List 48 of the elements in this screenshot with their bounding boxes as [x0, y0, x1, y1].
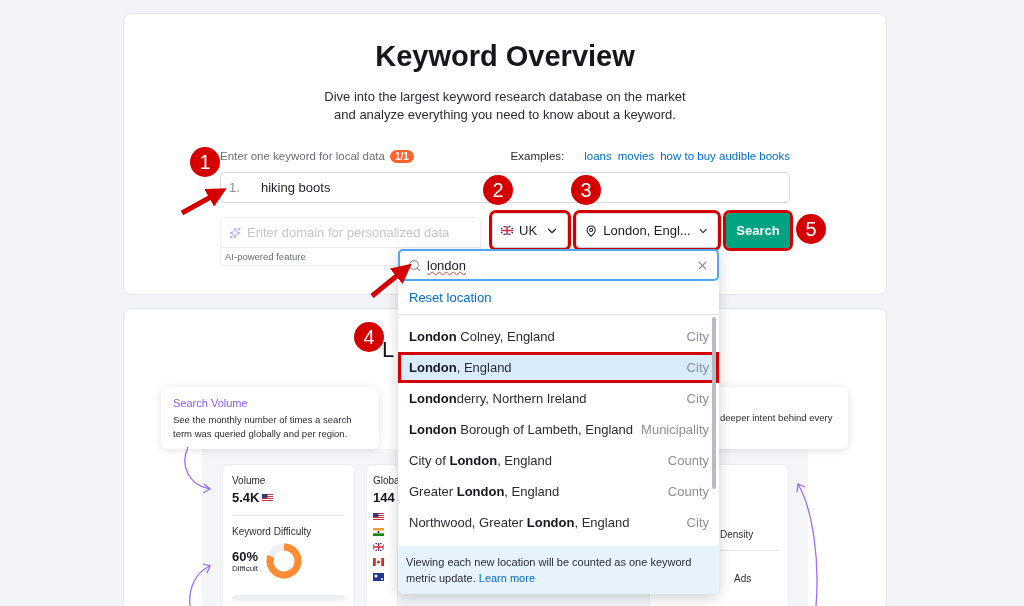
- reset-location-link[interactable]: Reset location: [398, 281, 719, 315]
- flag-icon: [501, 226, 513, 235]
- keyword-label: Enter one keyword for local data: [220, 150, 385, 162]
- learn-more-link[interactable]: Learn more: [478, 572, 536, 584]
- database-select[interactable]: UK: [492, 213, 568, 248]
- metric-label: Keyword Difficulty: [232, 526, 313, 537]
- keyword-value: hiking boots: [261, 180, 331, 195]
- tooltip-text: See the monthly number of times a search term was queried globally and per region.: [173, 413, 353, 441]
- counter-badge: 1/1: [389, 149, 414, 163]
- notice-text: Viewing each new location will be counted as one keyword metric update. Learn more: [398, 546, 719, 594]
- metric-label: Ads: [734, 573, 753, 584]
- example-link[interactable]: movies: [617, 150, 655, 162]
- example-link[interactable]: loans: [584, 150, 612, 162]
- metric-label: Volume: [232, 475, 267, 486]
- page-subtitle: Dive into the largest keyword research database on the market and analyze everything you need to know about a keyword.: [324, 88, 686, 124]
- location-option[interactable]: Greater London, England County: [398, 476, 719, 507]
- flag-icon: [373, 558, 384, 566]
- metric-value: 5.4K: [232, 490, 260, 505]
- location-option[interactable]: London, England City: [398, 352, 719, 383]
- flag-icon: [373, 543, 384, 551]
- example-link[interactable]: how to buy audible books: [660, 150, 790, 162]
- scrollbar[interactable]: [712, 317, 716, 489]
- location-option[interactable]: London Colney, England City: [398, 321, 719, 352]
- location-option[interactable]: City of London, England County: [398, 445, 719, 476]
- difficulty-rating: Difficult: [232, 564, 259, 573]
- search-icon: [408, 258, 421, 272]
- metric-value: 144: [373, 490, 396, 505]
- location-pin-icon: [585, 223, 598, 238]
- flag-icon: [373, 513, 384, 521]
- location-search-field[interactable]: london: [398, 249, 719, 281]
- examples-label: Examples:: [510, 150, 565, 162]
- location-option[interactable]: London Borough of Lambeth, England Municipality: [398, 414, 719, 445]
- tooltip-title: Search Volume: [173, 397, 249, 409]
- search-value: london: [427, 257, 468, 273]
- location-select[interactable]: London, Engl...: [576, 213, 718, 248]
- flag-icon: [373, 528, 384, 536]
- flag-icon: [373, 573, 384, 581]
- page-title: Keyword Overview: [375, 39, 635, 74]
- flag-icon: [262, 493, 274, 502]
- section-heading: L: [382, 336, 395, 364]
- metric-value: 60%: [232, 549, 259, 564]
- location-option[interactable]: Londonderry, Northern Ireland City: [398, 383, 719, 414]
- tooltip-text: deeper intent behind every: [720, 411, 834, 425]
- metric-label: Density: [720, 529, 755, 540]
- sparkle-icon: [229, 226, 241, 239]
- ai-feature-note: AI-powered feature: [224, 250, 307, 264]
- location-option[interactable]: Northwood, Greater London, England City: [398, 507, 719, 538]
- line-number: 1.: [229, 180, 241, 195]
